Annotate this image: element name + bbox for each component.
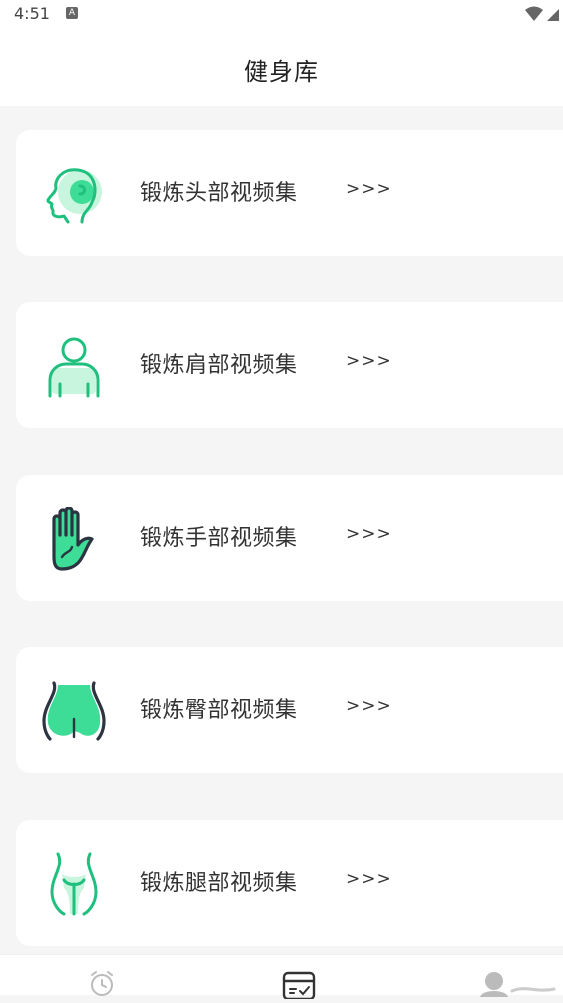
page-title: 健身库: [244, 58, 319, 86]
status-time: 4:51: [14, 4, 50, 23]
card-shoulder-videos[interactable]: 锻炼肩部视频集 >>>: [16, 302, 563, 428]
title-bar: 健身库: [0, 28, 563, 106]
leg-icon: [38, 852, 108, 918]
card-leg-videos[interactable]: 锻炼腿部视频集 >>>: [16, 820, 563, 946]
more-arrows[interactable]: >>>: [346, 696, 392, 716]
bottom-tab-bar: [0, 954, 563, 1001]
card-label: 锻炼臀部视频集: [140, 698, 298, 723]
card-hip-videos[interactable]: 锻炼臀部视频集 >>>: [16, 647, 563, 773]
hand-icon: [38, 506, 108, 573]
card-label: 锻炼头部视频集: [140, 181, 298, 206]
more-arrows[interactable]: >>>: [346, 524, 392, 544]
profile-icon[interactable]: [476, 969, 556, 1001]
calendar-check-icon[interactable]: [282, 969, 316, 1003]
hip-icon: [38, 679, 108, 745]
card-label: 锻炼肩部视频集: [140, 353, 298, 378]
head-icon: [38, 162, 108, 228]
status-bar: 4:51 A: [0, 0, 563, 28]
wifi-signal-icon: [525, 6, 559, 21]
card-head-videos[interactable]: 锻炼头部视频集 >>>: [16, 130, 563, 256]
more-arrows[interactable]: >>>: [346, 179, 392, 199]
card-label: 锻炼手部视频集: [140, 526, 298, 551]
more-arrows[interactable]: >>>: [346, 351, 392, 371]
more-arrows[interactable]: >>>: [346, 869, 392, 889]
status-icons: [523, 5, 561, 27]
shoulder-icon: [38, 334, 108, 400]
notification-icon: A: [66, 7, 78, 19]
card-label: 锻炼腿部视频集: [140, 871, 298, 896]
alarm-clock-icon[interactable]: [88, 969, 116, 1001]
card-hand-videos[interactable]: 锻炼手部视频集 >>>: [16, 475, 563, 601]
